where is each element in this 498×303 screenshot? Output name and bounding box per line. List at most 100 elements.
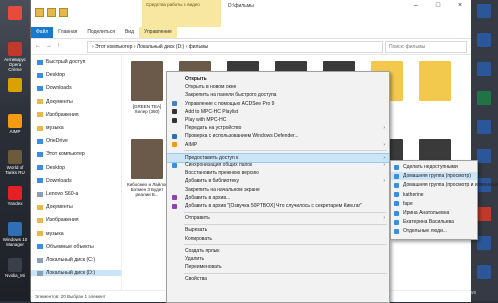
context-menu-item[interactable]: Свойства — [167, 275, 389, 283]
context-menu-item[interactable]: Закрепить на начальном экране — [167, 186, 389, 194]
context-menu-item[interactable]: Синхронизация общих папок › — [167, 161, 389, 169]
context-menu-item[interactable]: Отправить › — [167, 214, 389, 222]
sidebar-item[interactable]: Изображения — [37, 217, 79, 223]
context-menu-item[interactable]: Открыть — [167, 75, 389, 83]
sidebar-item-label: Быстрый доступ — [46, 59, 86, 65]
folder-icon[interactable] — [419, 61, 451, 101]
sidebar-item[interactable]: Локальный диск (C:) — [37, 257, 95, 263]
context-menu-item[interactable]: Add to MPC-HC Playlist — [167, 108, 389, 116]
new-folder-icon[interactable] — [59, 8, 68, 17]
app-icon — [8, 42, 22, 56]
context-menu-item[interactable]: Play with MPC-HC — [167, 116, 389, 124]
desktop-shortcut[interactable]: Yandex — [2, 186, 28, 206]
document-icon[interactable] — [477, 236, 491, 250]
submenu-item-label: Отдельные люди... — [403, 228, 448, 235]
tab-home[interactable]: Главная — [53, 27, 82, 38]
menu-item-label: Передать на устройство — [185, 125, 242, 132]
share-submenu-item[interactable]: Екатерина Васильева — [391, 218, 477, 226]
address-bar[interactable]: › Этот компьютер › Локальный диск (D:) ›… — [87, 41, 383, 53]
menu-item-label: Закрепить на начальном экране — [185, 186, 260, 193]
context-menu-item[interactable]: Вырезать — [167, 226, 389, 234]
context-menu-item[interactable]: Открыть в новом окне — [167, 83, 389, 91]
share-submenu-item[interactable]: Домашняя группа (просмотр и изменение) — [391, 181, 498, 189]
sidebar-item-label: Downloads — [46, 85, 72, 92]
menu-item-label: Открыть — [185, 76, 207, 82]
chevron-right-icon: › — [383, 125, 385, 132]
chevron-right-icon: › — [383, 178, 385, 185]
document-icon[interactable] — [477, 33, 491, 47]
search-input[interactable]: Поиск: фильмы — [385, 41, 467, 53]
desktop-shortcut[interactable] — [2, 6, 28, 21]
sidebar-item[interactable]: Быстрый доступ — [37, 59, 85, 65]
sidebar-item[interactable]: Downloads — [37, 178, 72, 184]
video-thumbnail[interactable] — [131, 61, 163, 101]
sidebar-item[interactable]: OneDrive — [37, 138, 68, 144]
sidebar-item[interactable]: Объемные объекты — [37, 244, 94, 250]
context-menu-item[interactable]: Создать ярлык — [167, 247, 389, 255]
sidebar-item[interactable]: Desktop — [37, 165, 65, 171]
context-menu-item[interactable]: Добавить в библиотеку › — [167, 177, 389, 185]
desktop-shortcut[interactable]: AIMP — [2, 114, 28, 134]
context-menu-item[interactable]: Добавить в архив... — [167, 194, 389, 202]
sidebar-item[interactable]: Документы — [37, 99, 73, 105]
document-icon[interactable] — [477, 149, 491, 163]
desktop-shortcut[interactable]: Антивирус Opera Crème — [2, 42, 28, 72]
document-icon[interactable] — [477, 4, 491, 18]
document-icon[interactable] — [477, 265, 491, 279]
close-button[interactable]: × — [449, 0, 471, 12]
sidebar-item[interactable]: Desktop — [37, 72, 65, 78]
minimize-button[interactable]: – — [405, 0, 427, 12]
tab-view[interactable]: Вид — [120, 27, 139, 38]
properties-icon[interactable] — [47, 8, 56, 17]
context-menu-item[interactable]: Добавить в архив "[Озвучка 50PTBOX] Что … — [167, 202, 389, 210]
sidebar-item[interactable]: Этот компьютер — [37, 151, 85, 157]
chevron-right-icon: › — [383, 162, 385, 168]
document-icon[interactable] — [477, 120, 491, 134]
context-menu-item[interactable]: Закрепить на панели быстрого доступа — [167, 91, 389, 99]
sidebar-item-label: Локальный диск (C:) — [46, 257, 96, 263]
sidebar-item[interactable]: Документы — [37, 204, 73, 210]
context-menu-item[interactable]: AIMP › — [167, 141, 389, 149]
sidebar-item[interactable]: Локальный диск (D:) — [31, 270, 121, 277]
submenu-item-label: Ирина Анатольевна — [403, 210, 450, 216]
context-menu-item[interactable]: Переименовать — [167, 263, 389, 271]
desktop-shortcut[interactable] — [2, 78, 28, 93]
share-submenu-item[interactable]: fape — [391, 200, 477, 208]
context-menu-item[interactable]: Передать на устройство › — [167, 124, 389, 132]
up-button[interactable]: ↑ — [57, 43, 60, 49]
context-menu-item[interactable]: Восстановить прежнюю версию — [167, 169, 389, 177]
folder-icon[interactable] — [35, 8, 44, 17]
context-menu: Открыть Открыть в новом окне Закрепить на … — [166, 71, 390, 303]
menu-item-icon — [172, 203, 177, 209]
forward-button[interactable]: → — [46, 43, 52, 49]
sidebar-item[interactable]: музыка — [37, 125, 64, 131]
desktop-shortcut-label: Антивирус Opera Crème — [4, 57, 26, 72]
share-submenu-item[interactable]: Домашняя группа (просмотр) — [391, 172, 477, 181]
sidebar-item[interactable]: Lenovo S60-a — [37, 191, 78, 197]
app-icon — [8, 222, 22, 236]
document-icon[interactable] — [477, 91, 491, 105]
desktop-shortcut[interactable]: World of Tanks RU — [2, 150, 28, 175]
context-menu-item[interactable]: Копировать — [167, 235, 389, 243]
tab-share[interactable]: Поделиться — [82, 27, 120, 38]
share-submenu-item[interactable]: Ирина Анатольевна — [391, 209, 477, 217]
context-menu-item[interactable]: Удалить — [167, 255, 389, 263]
share-submenu-item[interactable]: Сделать недоступными — [391, 163, 477, 171]
desktop-shortcut-label: Windows 10 Manager — [2, 237, 28, 247]
sidebar-item[interactable]: Downloads — [37, 85, 72, 91]
desktop-shortcut[interactable]: Nvidia_Mi — [2, 258, 28, 278]
context-menu-item[interactable]: Проверка с использованием Windows Defend… — [167, 132, 389, 140]
context-menu-item[interactable]: Управление с помощью ACDSee Pro 9 — [167, 100, 389, 108]
document-icon[interactable] — [477, 62, 491, 76]
share-submenu-item[interactable]: katherine — [391, 191, 477, 199]
tab-file[interactable]: Файл — [31, 27, 54, 38]
desktop-shortcut[interactable]: Windows 10 Manager — [2, 222, 28, 247]
tab-manage[interactable]: Управление — [139, 27, 177, 38]
back-button[interactable]: ← — [35, 43, 41, 49]
document-icon[interactable] — [477, 207, 491, 221]
sidebar-item[interactable]: Изображения — [37, 112, 79, 118]
share-submenu-item[interactable]: Отдельные люди... — [391, 227, 477, 235]
video-thumbnail[interactable] — [131, 139, 163, 179]
maximize-button[interactable]: □ — [427, 0, 449, 12]
sidebar-item[interactable]: музыка — [37, 231, 64, 237]
